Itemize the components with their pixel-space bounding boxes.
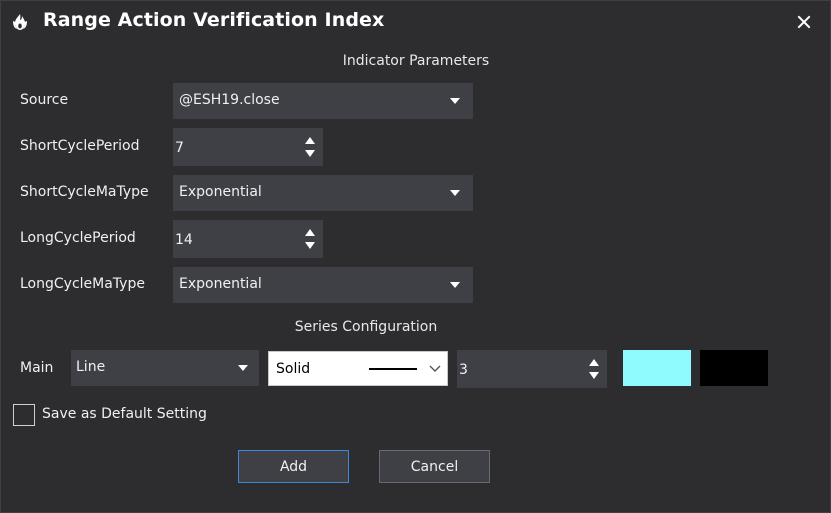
cancel-button[interactable]: Cancel [379, 450, 490, 483]
long-cycle-ma-type-dropdown[interactable]: Exponential [173, 267, 473, 303]
long-cycle-period-label: LongCyclePeriod [20, 230, 136, 246]
chevron-down-icon [238, 365, 248, 371]
short-cycle-ma-type-dropdown[interactable]: Exponential [173, 175, 473, 211]
chevron-down-icon [450, 190, 460, 196]
window-title: Range Action Verification Index [43, 9, 385, 31]
long-cycle-ma-type-value: Exponential [179, 276, 262, 292]
title-bar: Range Action Verification Index [1, 1, 830, 43]
source-label: Source [20, 92, 69, 108]
save-default-checkbox[interactable] [13, 404, 35, 426]
flame-icon [13, 14, 27, 30]
spin-down-icon[interactable] [587, 370, 601, 382]
line-style-sample [369, 368, 417, 370]
long-cycle-ma-type-label: LongCycleMaType [20, 276, 145, 292]
chevron-down-icon [450, 98, 460, 104]
save-default-label[interactable]: Save as Default Setting [42, 406, 207, 422]
long-cycle-period-stepper[interactable]: 14 [173, 220, 323, 258]
chevron-down-icon [450, 282, 460, 288]
short-cycle-ma-type-label: ShortCycleMaType [20, 184, 149, 200]
plot-type-value: Line [76, 359, 106, 375]
source-value: @ESH19.close [179, 92, 280, 108]
spin-up-icon[interactable] [587, 356, 601, 368]
add-button[interactable]: Add [238, 450, 349, 483]
short-cycle-period-label: ShortCyclePeriod [20, 138, 140, 154]
dialog-window: Range Action Verification Index Indicato… [0, 0, 831, 513]
long-cycle-period-value[interactable]: 14 [175, 220, 193, 260]
short-cycle-period-value[interactable]: 7 [175, 128, 184, 168]
spin-up-icon[interactable] [303, 134, 317, 146]
spin-down-icon[interactable] [303, 240, 317, 252]
spin-up-icon[interactable] [303, 226, 317, 238]
line-style-value: Solid [276, 361, 311, 377]
close-icon[interactable] [795, 13, 813, 31]
indicator-parameters-heading: Indicator Parameters [342, 53, 490, 69]
series-color-swatch[interactable] [623, 350, 691, 386]
series-configuration-heading: Series Configuration [294, 319, 438, 335]
plot-type-dropdown[interactable]: Line [71, 350, 259, 386]
line-width-stepper[interactable]: 3 [457, 350, 607, 388]
series-main-label: Main [20, 360, 54, 376]
line-style-dropdown[interactable]: Solid [268, 351, 448, 386]
spin-down-icon[interactable] [303, 148, 317, 160]
secondary-color-swatch[interactable] [700, 350, 768, 386]
short-cycle-period-stepper[interactable]: 7 [173, 128, 323, 166]
short-cycle-ma-type-value: Exponential [179, 184, 262, 200]
line-width-value[interactable]: 3 [459, 350, 468, 390]
source-dropdown[interactable]: @ESH19.close [173, 83, 473, 119]
chevron-down-icon [429, 365, 441, 372]
